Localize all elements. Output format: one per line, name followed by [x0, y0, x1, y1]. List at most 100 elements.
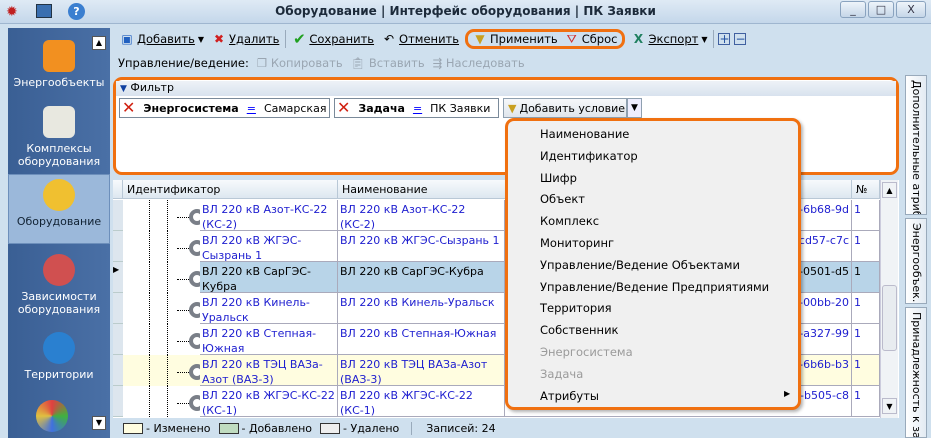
tab-task-membership[interactable]: Принадлежность к зад... — [905, 307, 927, 438]
copy-label: Копировать — [270, 56, 343, 70]
paste-button[interactable]: 📋︎ Вставить — [351, 56, 425, 70]
scroll-up-button[interactable]: ▲ — [92, 36, 106, 50]
row-indicator[interactable] — [113, 293, 123, 324]
window-title: Оборудование | Интерфейс оборудования | … — [275, 4, 656, 18]
tab-energy-objects[interactable]: Энергообъек... — [905, 218, 927, 304]
paste-icon: 📋︎ — [350, 56, 366, 70]
condition-operator[interactable]: = — [247, 102, 256, 115]
row-indicator[interactable] — [113, 200, 123, 231]
scroll-up-button[interactable]: ▲ — [882, 182, 897, 198]
status-bar: - Изменено - Добавлено - Удалено Записей… — [113, 418, 903, 438]
expand-all-icon[interactable]: + — [718, 33, 731, 45]
more-module-icon[interactable] — [36, 400, 68, 432]
cell-number[interactable]: 1 — [852, 324, 880, 355]
cell-identifier[interactable]: ВЛ 220 кВ СарГЭС-Кубра — [200, 262, 338, 293]
row-indicator[interactable] — [113, 231, 123, 262]
export-button[interactable]: X Экспорт ▼ — [629, 32, 709, 46]
sidebar-item-territories[interactable]: Территории — [8, 332, 110, 381]
menu-item[interactable]: Атрибуты — [540, 389, 599, 403]
add-button[interactable]: ▣ Добавить ▼ — [118, 32, 206, 46]
cell-number[interactable]: 1 — [852, 355, 880, 386]
menu-item[interactable]: Наименование — [540, 127, 629, 141]
cell-number[interactable]: 1 — [852, 386, 880, 417]
tab-additional-attributes[interactable]: Дополнительные атрибу... — [905, 75, 927, 215]
menu-item[interactable]: Объект — [540, 192, 585, 206]
collapse-all-icon[interactable]: − — [734, 33, 747, 45]
copy-button[interactable]: ❐ Копировать — [257, 56, 343, 70]
cell-name[interactable]: ВЛ 220 кВ ЖГЭС-Сызрань 1 — [338, 231, 505, 262]
copy-icon: ❐ — [256, 56, 268, 70]
condition-operator[interactable]: = — [413, 102, 422, 115]
row-indicator[interactable] — [113, 386, 123, 417]
cell-identifier[interactable]: ВЛ 220 кВ ТЭЦ ВАЗа-Азот (ВАЗ-3) — [200, 355, 338, 386]
delete-label: Удалить — [229, 32, 280, 46]
cell-number[interactable]: 1 — [852, 231, 880, 262]
add-condition-dropdown[interactable]: ▼ — [627, 98, 642, 118]
row-indicator[interactable]: ▶ — [113, 262, 123, 293]
cell-number[interactable]: 1 — [852, 262, 880, 293]
menu-item[interactable]: Комплекс — [540, 214, 599, 228]
column-header-identifier[interactable]: Идентификатор — [123, 180, 338, 199]
cell-name[interactable]: ВЛ 220 кВ СарГЭС-Кубра — [338, 262, 505, 293]
cell-number[interactable]: 1 — [852, 200, 880, 231]
menu-item[interactable]: Энергосистема — [540, 345, 633, 359]
cell-identifier[interactable]: ВЛ 220 кВ Степная-Южная — [200, 324, 338, 355]
vertical-scrollbar[interactable]: ▲ ▼ — [880, 180, 898, 418]
menu-item[interactable]: Мониторинг — [540, 236, 614, 250]
menu-item[interactable]: Собственник — [540, 323, 619, 337]
legend-deleted: - Удалено — [320, 422, 399, 435]
close-button[interactable]: X — [896, 1, 926, 18]
delete-button[interactable]: ✖ Удалить — [210, 32, 281, 46]
sidebar-item-equipment-complexes[interactable]: Комплексы оборудования — [8, 106, 110, 168]
filter-header[interactable]: ▼ Фильтр — [116, 81, 896, 96]
scroll-down-button[interactable]: ▼ — [92, 416, 106, 430]
cell-name[interactable]: ВЛ 220 кВ ТЭЦ ВАЗа-Азот (ВАЗ-3) — [338, 355, 505, 386]
cell-identifier[interactable]: ВЛ 220 кВ Азот-КС-22 (КС-2) — [200, 200, 338, 231]
cancel-button[interactable]: ↶ Отменить — [380, 32, 461, 46]
remove-condition-icon[interactable]: ✕ — [122, 100, 135, 116]
cell-identifier[interactable]: ВЛ 220 кВ Кинель-Уральск — [200, 293, 338, 324]
cell-name[interactable]: ВЛ 220 кВ Кинель-Уральск — [338, 293, 505, 324]
condition-field[interactable]: Энергосистема — [143, 102, 238, 115]
sidebar-item-equipment[interactable]: Оборудование — [8, 174, 110, 244]
sidebar-item-equipment-dependencies[interactable]: Зависимости оборудования — [8, 254, 110, 316]
dropdown-arrow-icon[interactable]: ▼ — [701, 35, 707, 44]
filter-condition[interactable]: ✕ Задача = ПК Заявки — [334, 98, 499, 118]
minimize-button[interactable]: _ — [840, 1, 866, 18]
row-indicator[interactable] — [113, 355, 123, 386]
cell-identifier[interactable]: ВЛ 220 кВ ЖГЭС-КС-22 (КС-1) — [200, 386, 338, 417]
menu-item[interactable]: Управление/Ведение Предприятиями — [540, 280, 769, 294]
menu-item[interactable]: Управление/Ведение Объектами — [540, 258, 740, 272]
menu-item[interactable]: Идентификатор — [540, 149, 638, 163]
collapse-triangle-icon[interactable]: ▼ — [120, 84, 127, 94]
maximize-button[interactable]: □ — [868, 1, 894, 18]
legend-label: - Удалено — [343, 421, 400, 435]
legend-changed: - Изменено — [123, 422, 211, 435]
remove-condition-icon[interactable]: ✕ — [337, 100, 350, 116]
row-indicator[interactable] — [113, 324, 123, 355]
scrollbar-thumb[interactable] — [882, 285, 897, 351]
save-button[interactable]: ✔ Сохранить — [290, 32, 376, 47]
reset-button[interactable]: ⛛ Сброс — [563, 32, 620, 46]
cell-name[interactable]: ВЛ 220 кВ Азот-КС-22 (КС-2) — [338, 200, 505, 231]
scroll-down-button[interactable]: ▼ — [882, 398, 897, 414]
cell-name[interactable]: ВЛ 220 кВ Степная-Южная — [338, 324, 505, 355]
condition-field[interactable]: Задача — [358, 102, 405, 115]
cell-name[interactable]: ВЛ 220 кВ ЖГЭС-КС-22 (КС-1) — [338, 386, 505, 417]
menu-item[interactable]: Шифр — [540, 171, 577, 185]
cell-number[interactable]: 1 — [852, 293, 880, 324]
condition-value[interactable]: Самарская — [264, 102, 327, 115]
menu-item[interactable]: Задача — [540, 367, 583, 381]
inherit-button[interactable]: ⇶ Наследовать — [433, 56, 525, 70]
dropdown-arrow-icon[interactable]: ▼ — [198, 35, 204, 44]
condition-value[interactable]: ПК Заявки — [430, 102, 490, 115]
filter-condition[interactable]: ✕ Энергосистема = Самарская — [119, 98, 330, 118]
cell-identifier[interactable]: ВЛ 220 кВ ЖГЭС-Сызрань 1 — [200, 231, 338, 262]
undo-icon: ↶ — [384, 32, 395, 46]
add-condition-button[interactable]: ▼ Добавить условие — [503, 98, 627, 118]
column-header-number[interactable]: № — [852, 180, 880, 199]
menu-item[interactable]: Территория — [540, 301, 612, 315]
separator — [285, 30, 287, 48]
apply-button[interactable]: ▼ Применить — [471, 32, 560, 46]
swatch-added — [218, 423, 239, 434]
